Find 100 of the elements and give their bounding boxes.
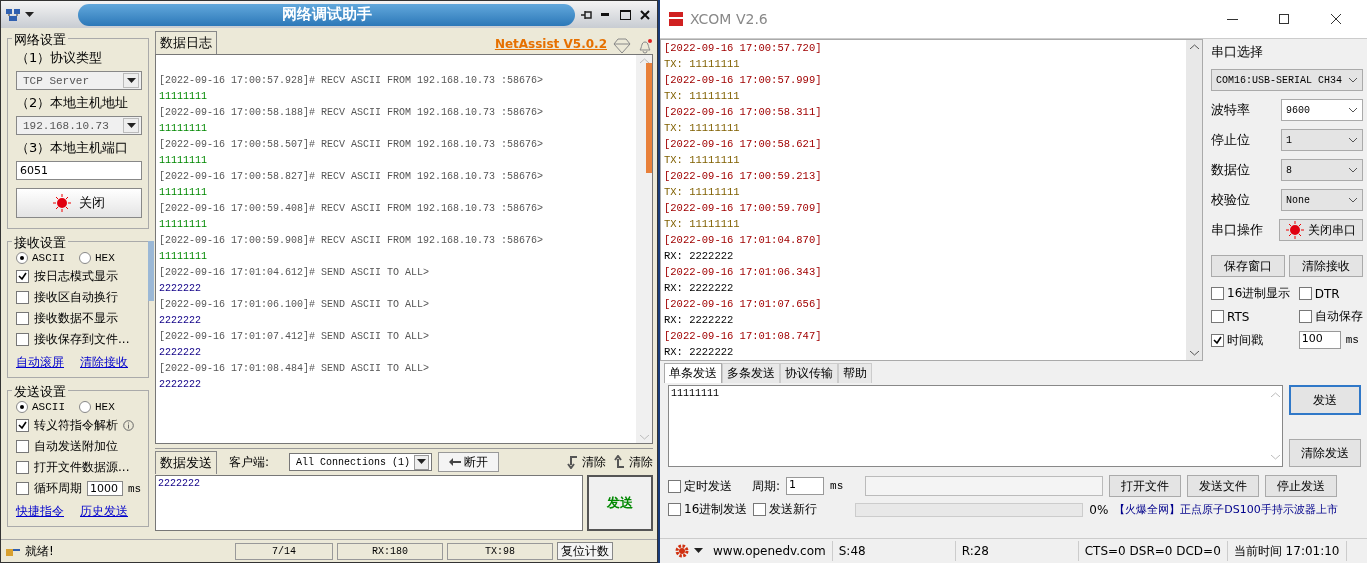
close-connection-button[interactable]: 关闭 bbox=[16, 188, 142, 218]
log-tab[interactable]: 数据日志 bbox=[155, 31, 217, 54]
setting-dropdown[interactable]: 8 bbox=[1281, 159, 1363, 181]
caret-icon bbox=[126, 122, 136, 129]
checkbox-label: 自动保存 bbox=[1314, 308, 1363, 325]
clear-button[interactable]: 清除 bbox=[612, 453, 653, 471]
radio-button[interactable] bbox=[79, 252, 91, 264]
checkbox[interactable] bbox=[16, 461, 29, 474]
checkbox[interactable] bbox=[16, 291, 29, 304]
radio-label: ASCII bbox=[32, 252, 65, 264]
action-button[interactable]: 清除接收 bbox=[1289, 255, 1363, 277]
gear-icon[interactable] bbox=[674, 543, 690, 559]
setting-dropdown[interactable]: 1 bbox=[1281, 129, 1363, 151]
log-header: [2022-09-16 17:00:57.928]# RECV ASCII FROM 192.168.10.73 :58676> bbox=[159, 74, 545, 88]
timestamp-field[interactable]: 100 bbox=[1298, 331, 1341, 349]
checkbox-label: DTR bbox=[1314, 286, 1340, 301]
window-title: 网络调试助手 bbox=[78, 3, 575, 26]
close-icon[interactable] bbox=[1331, 14, 1341, 24]
log-header: [2022-09-16 17:01:06.100]# SEND ASCII TO ALL> bbox=[159, 298, 431, 312]
file-button[interactable]: 发送文件 bbox=[1187, 475, 1260, 497]
checkbox[interactable] bbox=[16, 482, 29, 495]
maximize-icon[interactable] bbox=[619, 9, 631, 20]
field-label: （2）本地主机地址 bbox=[16, 94, 130, 112]
log-data: TX: 11111111 bbox=[664, 57, 741, 72]
action-button[interactable]: 保存窗口 bbox=[1211, 255, 1285, 277]
period-field[interactable]: 1 bbox=[786, 477, 825, 495]
checkbox[interactable] bbox=[1298, 310, 1312, 323]
checkbox-label: 发送新行 bbox=[769, 501, 818, 518]
tab[interactable]: 单条发送 bbox=[664, 363, 722, 383]
caret-icon bbox=[417, 459, 427, 465]
tab[interactable]: 帮助 bbox=[838, 363, 872, 383]
checkbox[interactable] bbox=[668, 503, 681, 516]
link[interactable]: 清除接收 bbox=[80, 354, 128, 371]
scrollbar[interactable] bbox=[1186, 40, 1202, 360]
diamond-icon[interactable] bbox=[613, 38, 631, 54]
ad-link[interactable]: 【火爆全网】正点原子DS100手持示波器上市 bbox=[1114, 502, 1338, 517]
checkbox-label: 循环周期 bbox=[34, 480, 82, 497]
clear-send-button[interactable]: 清除发送 bbox=[1289, 439, 1361, 467]
log-timestamp: [2022-09-16 17:00:59.709] bbox=[664, 201, 823, 216]
collapse-handle[interactable] bbox=[148, 241, 154, 301]
file-button[interactable]: 停止发送 bbox=[1265, 475, 1338, 497]
checkbox[interactable] bbox=[1211, 287, 1224, 300]
minimize-icon[interactable] bbox=[1226, 18, 1238, 20]
network-icon[interactable] bbox=[5, 7, 21, 22]
disconnect-button[interactable]: 断开 bbox=[438, 452, 500, 472]
checkbox-label: 转义符指令解析 bbox=[34, 417, 118, 434]
file-button[interactable]: 打开文件 bbox=[1109, 475, 1182, 497]
send-input[interactable]: 2222222 bbox=[155, 475, 583, 531]
radio-button[interactable] bbox=[16, 252, 28, 264]
setting-dropdown[interactable]: 9600 bbox=[1281, 99, 1363, 121]
link[interactable]: 快捷指令 bbox=[16, 503, 64, 520]
checkbox-label: 接收区自动换行 bbox=[34, 289, 118, 306]
chevron-down-icon bbox=[1348, 107, 1358, 113]
protocol-dropdown[interactable]: TCP Server bbox=[16, 71, 142, 90]
link[interactable]: 历史发送 bbox=[80, 503, 128, 520]
tab[interactable]: 多条发送 bbox=[722, 363, 780, 383]
reset-count-button[interactable]: 复位计数 bbox=[557, 542, 613, 560]
radio-button[interactable] bbox=[16, 401, 28, 413]
bell-icon[interactable] bbox=[637, 38, 653, 54]
log-header: [2022-09-16 17:00:59.408]# RECV ASCII FROM 192.168.10.73 :58676> bbox=[159, 202, 545, 216]
checkbox[interactable] bbox=[1211, 310, 1224, 323]
checkbox[interactable] bbox=[16, 419, 29, 432]
checkbox[interactable] bbox=[16, 312, 29, 325]
close-port-button[interactable]: 关闭串口 bbox=[1279, 219, 1363, 241]
chevron-down-icon bbox=[1348, 77, 1358, 83]
checkbox[interactable] bbox=[16, 270, 29, 283]
checkbox[interactable] bbox=[753, 503, 767, 516]
log-timestamp: [2022-09-16 17:00:57.720] bbox=[664, 41, 823, 56]
send-button[interactable]: 发送 bbox=[1289, 385, 1361, 415]
send-tab[interactable]: 数据发送 bbox=[155, 450, 217, 474]
checkbox[interactable] bbox=[16, 333, 29, 346]
checkbox[interactable] bbox=[1298, 287, 1312, 300]
send-button[interactable]: 发送 bbox=[587, 475, 653, 531]
checkbox[interactable] bbox=[1211, 333, 1224, 347]
left-arrow-icon bbox=[449, 458, 462, 466]
client-dropdown[interactable]: All Connections (1) bbox=[289, 453, 433, 471]
checkbox[interactable] bbox=[668, 479, 681, 493]
scroll-down-icon[interactable] bbox=[1189, 351, 1199, 356]
port-dropdown[interactable]: COM16:USB-SERIAL CH34 bbox=[1211, 69, 1363, 91]
checkbox-label: 接收保存到文件... bbox=[34, 331, 130, 348]
link[interactable]: 自动滚屏 bbox=[16, 354, 64, 371]
setting-dropdown[interactable]: None bbox=[1281, 189, 1363, 211]
tab[interactable]: 协议传输 bbox=[780, 363, 838, 383]
log-data: RX: 2222222 bbox=[664, 249, 735, 264]
file-path-field[interactable] bbox=[865, 476, 1104, 496]
status-text: 当前时间 17:01:10 bbox=[1227, 541, 1347, 561]
checkbox[interactable] bbox=[16, 440, 29, 453]
address-dropdown[interactable]: 192.168.10.73 bbox=[16, 116, 142, 135]
close-icon[interactable] bbox=[640, 9, 650, 20]
port-field[interactable]: 6051 bbox=[16, 161, 142, 180]
chevron-down-icon bbox=[1348, 167, 1358, 173]
radio-button[interactable] bbox=[79, 401, 91, 413]
cycle-field[interactable]: 1000 bbox=[87, 481, 123, 496]
log-data: RX: 2222222 bbox=[664, 281, 735, 296]
log-data: 2222222 bbox=[159, 378, 202, 392]
scroll-up-icon[interactable] bbox=[1189, 44, 1199, 49]
maximize-icon[interactable] bbox=[1279, 14, 1289, 24]
radio-label: HEX bbox=[95, 252, 115, 264]
log-data: TX: 11111111 bbox=[664, 217, 741, 232]
clear-button[interactable]: 清除 bbox=[565, 453, 606, 471]
